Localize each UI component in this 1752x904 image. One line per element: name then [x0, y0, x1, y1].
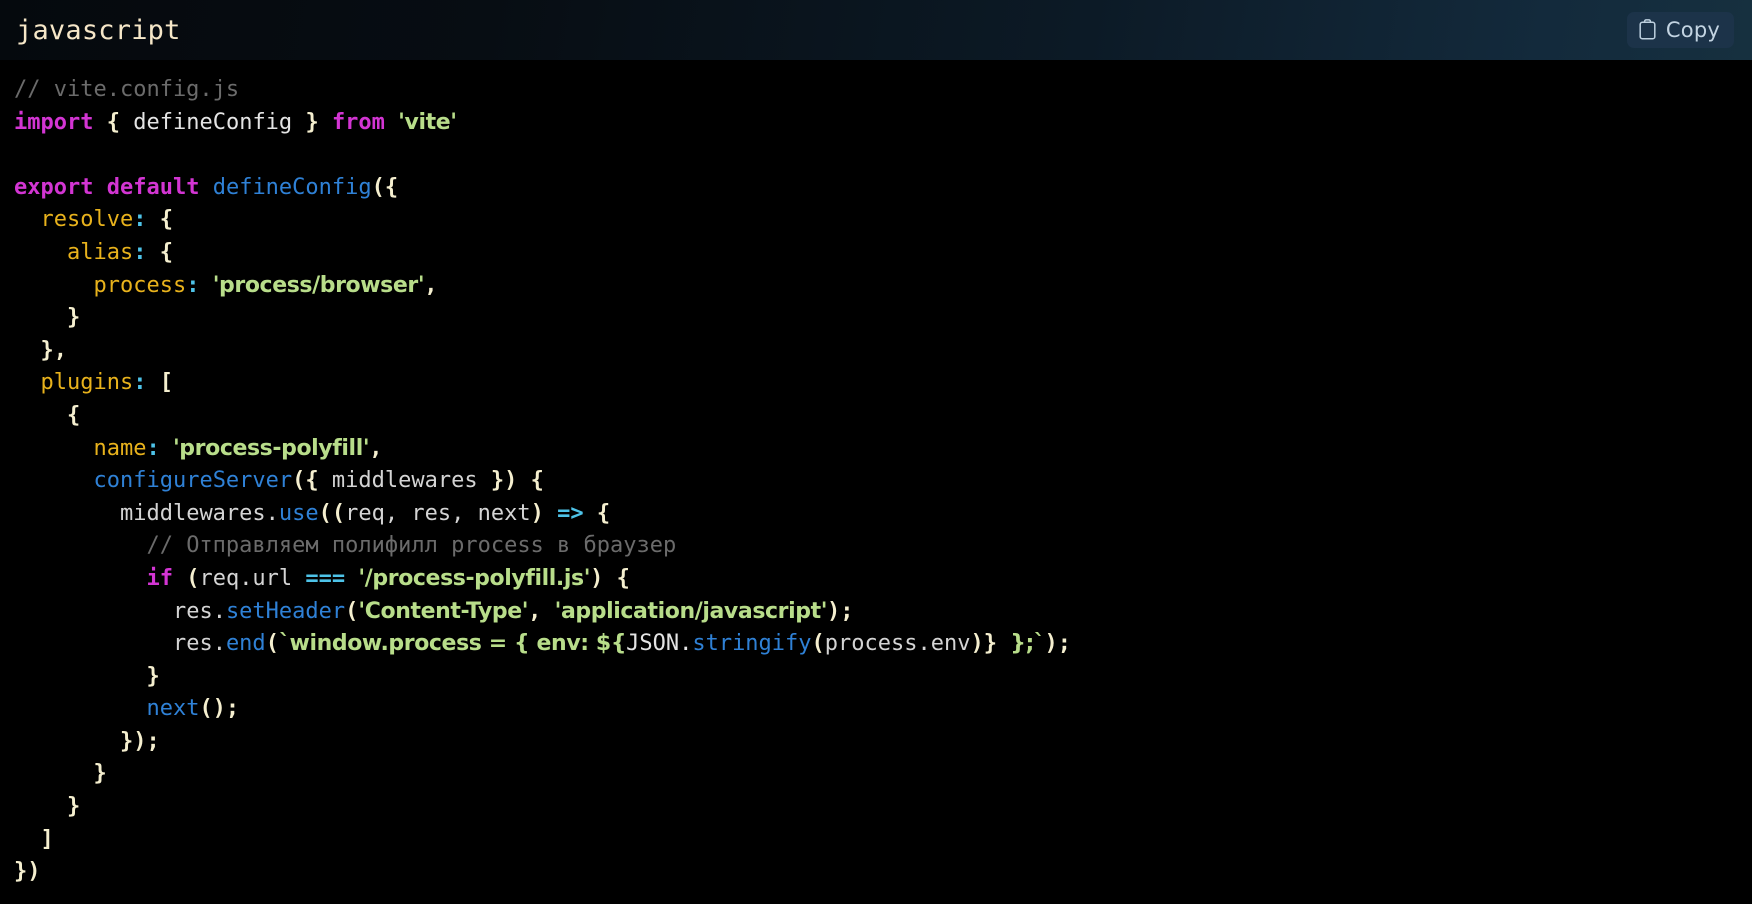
identifier-res: res. — [172, 631, 226, 657]
paren: ) — [590, 565, 604, 591]
key-name: name — [93, 435, 147, 461]
function-configureserver: configureServer — [93, 468, 293, 494]
paren: ( — [186, 565, 200, 591]
brace: { — [159, 239, 173, 265]
bracket: [ — [159, 370, 173, 396]
punctuation: ({ — [371, 174, 399, 200]
code-body[interactable]: // vite.config.js import { defineConfig … — [0, 60, 1752, 904]
arrow-operator: => — [557, 500, 584, 526]
string-content-type: 'Content-Type' — [358, 598, 529, 624]
identifier-json: JSON. — [626, 631, 693, 657]
code-block: javascript Copy // vite.config.js import… — [0, 0, 1752, 904]
brace: { — [159, 207, 173, 233]
punctuation: ({ — [292, 468, 319, 494]
punctuation: ); — [827, 598, 854, 624]
punctuation: }) — [14, 859, 41, 885]
key-process: process — [93, 272, 187, 298]
code-block-header: javascript Copy — [0, 0, 1752, 60]
string-application-javascript: 'application/javascript' — [554, 598, 828, 624]
punctuation: , — [424, 272, 438, 298]
colon: : — [133, 239, 147, 265]
code-comment-russian: // Отправляем полифилл process в браузер — [146, 533, 677, 559]
brace: { — [106, 109, 120, 135]
expression-processenv: process.env — [824, 631, 971, 657]
method-stringify: stringify — [692, 631, 812, 657]
strict-equality-operator: === — [305, 565, 346, 591]
punctuation: (( — [318, 500, 346, 526]
method-use: use — [278, 500, 319, 526]
language-label: javascript — [16, 14, 181, 46]
paren: ( — [265, 631, 279, 657]
punctuation: }); — [119, 728, 160, 754]
keyword-export: export — [14, 174, 94, 200]
identifier-res: res. — [172, 598, 226, 624]
keyword-import: import — [14, 109, 94, 135]
punctuation: (); — [199, 696, 240, 722]
method-end: end — [225, 631, 266, 657]
string-plugin-name: 'process-polyfill' — [172, 435, 370, 461]
function-next: next — [146, 696, 200, 722]
keyword-if: if — [146, 565, 173, 591]
brace: { — [616, 565, 630, 591]
clipboard-icon — [1638, 19, 1657, 41]
method-setheader: setHeader — [225, 598, 346, 624]
identifier-defineconfig: defineConfig — [133, 109, 293, 135]
copy-button-label: Copy — [1665, 17, 1720, 42]
brace: { — [596, 500, 611, 526]
brace: } — [66, 305, 81, 331]
colon: : — [146, 435, 160, 461]
brace: } — [93, 761, 107, 787]
brace: } — [146, 663, 160, 689]
template-literal-start: `window.process = { env: — [278, 631, 596, 657]
punctuation: }) — [490, 468, 518, 494]
punctuation: , — [528, 598, 542, 624]
paren: ( — [345, 598, 359, 624]
paren: )} — [970, 631, 998, 657]
paren: ( — [811, 631, 825, 657]
expression-requrl: req.url — [199, 565, 293, 591]
string-process-browser: 'process/browser' — [212, 272, 425, 298]
code-content: // vite.config.js import { defineConfig … — [0, 74, 1752, 889]
param-middlewares: middlewares — [331, 468, 478, 494]
colon: : — [186, 272, 200, 298]
key-plugins: plugins — [40, 370, 134, 396]
colon: : — [133, 370, 147, 396]
key-resolve: resolve — [40, 207, 134, 233]
colon: : — [133, 207, 147, 233]
function-defineconfig: defineConfig — [212, 174, 372, 200]
keyword-from: from — [331, 109, 385, 135]
bracket: ] — [40, 826, 54, 852]
identifier-middlewares: middlewares. — [119, 500, 279, 526]
punctuation: }, — [40, 337, 68, 363]
key-alias: alias — [66, 239, 134, 265]
string-vite: 'vite' — [398, 109, 457, 135]
punctuation: ) — [530, 500, 544, 526]
punctuation: ); — [1044, 631, 1072, 657]
keyword-default: default — [106, 174, 200, 200]
code-comment-filename: // vite.config.js — [14, 77, 240, 102]
template-interpolation-open: ${ — [595, 631, 627, 657]
brace: { — [66, 402, 81, 428]
template-literal-end: };` — [1010, 631, 1045, 657]
copy-button[interactable]: Copy — [1626, 12, 1734, 48]
punctuation: , — [369, 435, 383, 461]
brace: { — [530, 468, 544, 494]
param-req: req, res, next — [345, 500, 531, 526]
brace: } — [305, 109, 319, 135]
string-polyfill-path: '/process-polyfill.js' — [358, 565, 591, 591]
brace: } — [66, 794, 81, 820]
